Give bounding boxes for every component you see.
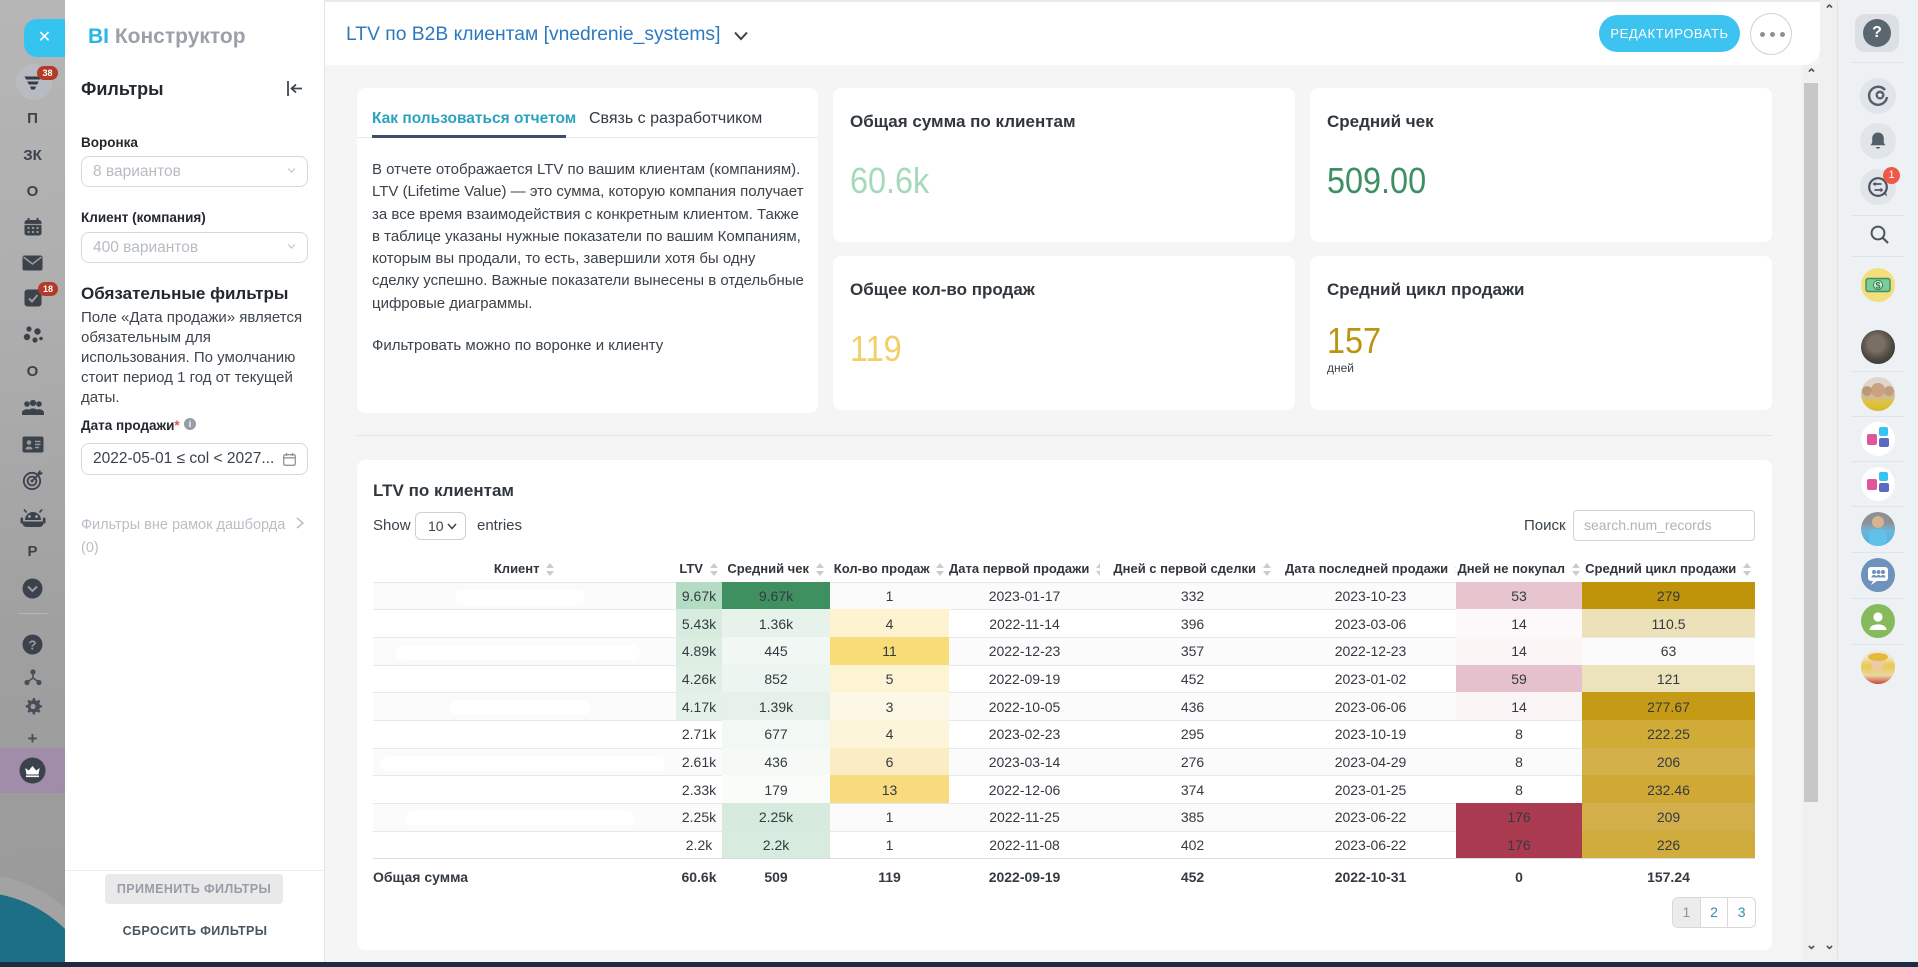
svg-text:?: ? <box>29 638 37 653</box>
svg-text:$: $ <box>1875 280 1880 290</box>
